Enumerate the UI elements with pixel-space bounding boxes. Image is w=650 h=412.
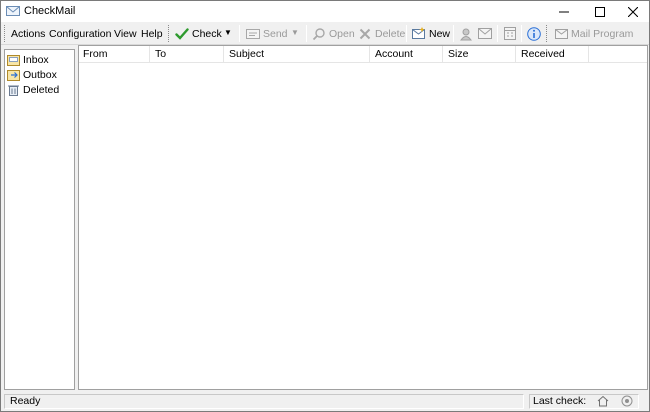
toolbar-separator <box>453 25 454 42</box>
folder-outbox[interactable]: Outbox <box>7 68 57 82</box>
folder-deleted[interactable]: Deleted <box>7 83 59 97</box>
window-title: CheckMail <box>24 5 76 17</box>
reply-button[interactable] <box>478 24 495 43</box>
check-dropdown-arrow[interactable]: ▼ <box>224 28 232 37</box>
close-button[interactable] <box>616 1 650 22</box>
check-button[interactable]: Check <box>175 24 222 43</box>
new-label: New <box>429 27 451 40</box>
toolbar-grip-2[interactable] <box>168 25 171 42</box>
checkmark-icon <box>175 27 189 41</box>
check-label: Check <box>192 27 222 40</box>
send-button[interactable]: Send <box>246 24 288 43</box>
menu-actions[interactable]: Actions <box>11 28 45 40</box>
minimize-button[interactable] <box>547 1 581 22</box>
outbox-icon <box>7 69 20 81</box>
menu-view[interactable]: View <box>114 28 137 40</box>
message-list[interactable]: From To Subject Account Size Received <box>78 45 648 390</box>
minimize-icon <box>559 11 569 12</box>
delete-x-icon <box>358 27 372 41</box>
toolbar-separator <box>521 25 522 42</box>
folder-pane: Inbox Outbox Deleted <box>4 49 75 390</box>
delete-label: Delete <box>375 27 406 40</box>
toolbar-separator <box>306 25 307 42</box>
inbox-icon <box>7 54 20 66</box>
toolbar-separator <box>239 25 240 42</box>
open-label: Open <box>329 27 355 40</box>
column-from[interactable]: From <box>79 46 150 63</box>
column-received[interactable]: Received <box>517 46 589 63</box>
connection-icon <box>621 395 633 407</box>
person-icon <box>459 27 473 41</box>
new-message-icon <box>412 27 426 41</box>
address-book-button[interactable] <box>459 24 476 43</box>
menu-configuration[interactable]: Configuration <box>49 28 111 40</box>
calendar-icon <box>503 27 517 41</box>
mail-program-button[interactable]: Mail Program <box>554 24 633 43</box>
column-account[interactable]: Account <box>371 46 443 63</box>
send-dropdown-arrow[interactable]: ▼ <box>291 28 299 37</box>
column-subject[interactable]: Subject <box>225 46 370 63</box>
home-icon <box>597 395 609 407</box>
toolbar-grip[interactable] <box>4 25 7 42</box>
toolbar-separator <box>497 25 498 42</box>
close-icon <box>628 6 638 17</box>
folder-label: Outbox <box>23 69 57 81</box>
trash-icon <box>7 84 20 96</box>
info-icon <box>527 26 541 41</box>
new-button[interactable]: New <box>412 24 450 43</box>
delete-button[interactable]: Delete <box>358 24 405 43</box>
magnifier-icon <box>312 27 326 41</box>
calendar-button[interactable] <box>503 24 520 43</box>
open-button[interactable]: Open <box>312 24 355 43</box>
mail-program-icon <box>554 27 568 41</box>
toolbar-separator <box>406 25 407 42</box>
envelope-icon <box>478 27 492 41</box>
checkmail-window: CheckMail Actions Configuration View Hel… <box>0 0 650 412</box>
toolbar-grip-3[interactable] <box>546 25 549 42</box>
info-button[interactable] <box>527 24 544 43</box>
menu-help[interactable]: Help <box>141 28 163 40</box>
mail-program-label: Mail Program <box>571 27 634 40</box>
message-list-header: From To Subject Account Size Received <box>79 46 647 63</box>
folder-label: Deleted <box>23 84 60 96</box>
column-to[interactable]: To <box>151 46 224 63</box>
folder-label: Inbox <box>23 54 49 66</box>
status-bar: Ready Last check: <box>1 392 649 411</box>
maximize-button[interactable] <box>583 1 617 22</box>
toolbar: Actions Configuration View Help Check ▼ … <box>1 22 649 45</box>
folder-inbox[interactable]: Inbox <box>7 53 49 67</box>
last-check-label: Last check: <box>533 395 587 407</box>
title-bar: CheckMail <box>1 1 649 22</box>
column-size[interactable]: Size <box>444 46 516 63</box>
send-icon <box>246 27 260 41</box>
envelope-app-icon <box>6 5 20 17</box>
send-label: Send <box>263 27 288 40</box>
status-text: Ready <box>4 394 524 409</box>
maximize-icon <box>595 6 605 17</box>
